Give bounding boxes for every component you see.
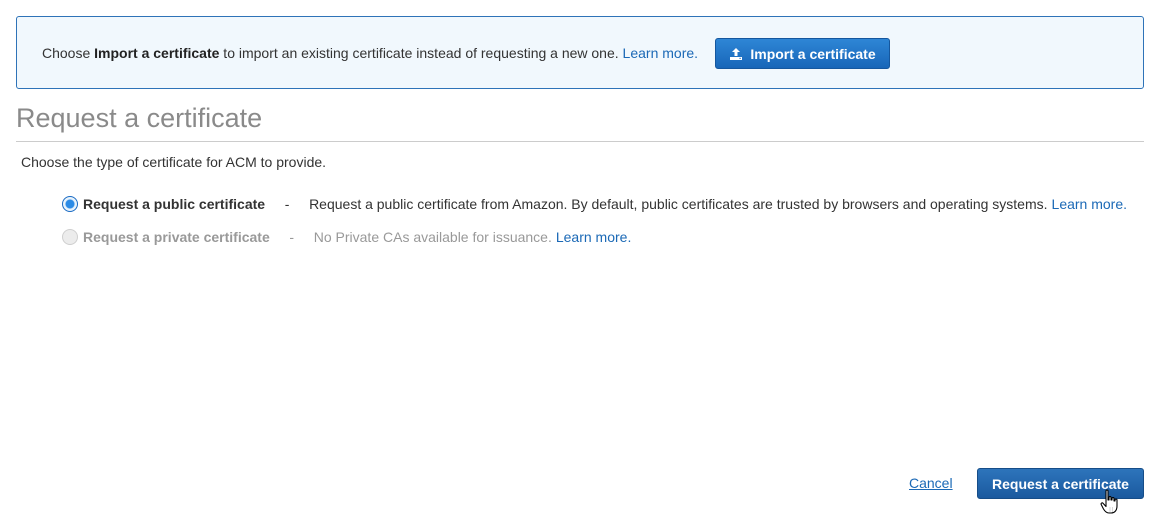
banner-learn-more-link[interactable]: Learn more. <box>623 45 698 61</box>
info-text-suffix: to import an existing certificate instea… <box>219 45 623 61</box>
request-certificate-page: Choose Import a certificate to import an… <box>0 0 1164 526</box>
title-divider <box>16 141 1144 142</box>
cancel-button[interactable]: Cancel <box>909 475 953 491</box>
import-certificate-label: Import a certificate <box>750 45 876 62</box>
private-separator: - <box>289 229 295 245</box>
info-text-prefix: Choose <box>42 45 95 61</box>
public-separator: - <box>284 196 290 212</box>
private-certificate-description: No Private CAs available for issuance. <box>313 229 552 245</box>
import-info-text: Choose Import a certificate to import an… <box>42 44 698 62</box>
public-learn-more-link[interactable]: Learn more. <box>1052 196 1127 212</box>
private-certificate-radio <box>62 229 78 245</box>
import-info-banner: Choose Import a certificate to import an… <box>16 16 1144 89</box>
hand-cursor-icon <box>1100 489 1122 515</box>
private-learn-more-link[interactable]: Learn more. <box>556 229 631 245</box>
public-certificate-radio[interactable] <box>62 196 78 212</box>
upload-icon <box>729 47 743 61</box>
option-private-certificate: Request a private certificate - No Priva… <box>62 227 631 247</box>
private-certificate-label: Request a private certificate <box>83 229 270 245</box>
public-certificate-label[interactable]: Request a public certificate <box>83 196 265 212</box>
public-certificate-description: Request a public certificate from Amazon… <box>309 196 1048 212</box>
import-certificate-button[interactable]: Import a certificate <box>715 38 890 69</box>
page-subtitle: Choose the type of certificate for ACM t… <box>21 154 327 170</box>
page-title: Request a certificate <box>16 103 263 133</box>
info-text-bold: Import a certificate <box>94 45 220 61</box>
option-public-certificate[interactable]: Request a public certificate - Request a… <box>62 194 1127 214</box>
